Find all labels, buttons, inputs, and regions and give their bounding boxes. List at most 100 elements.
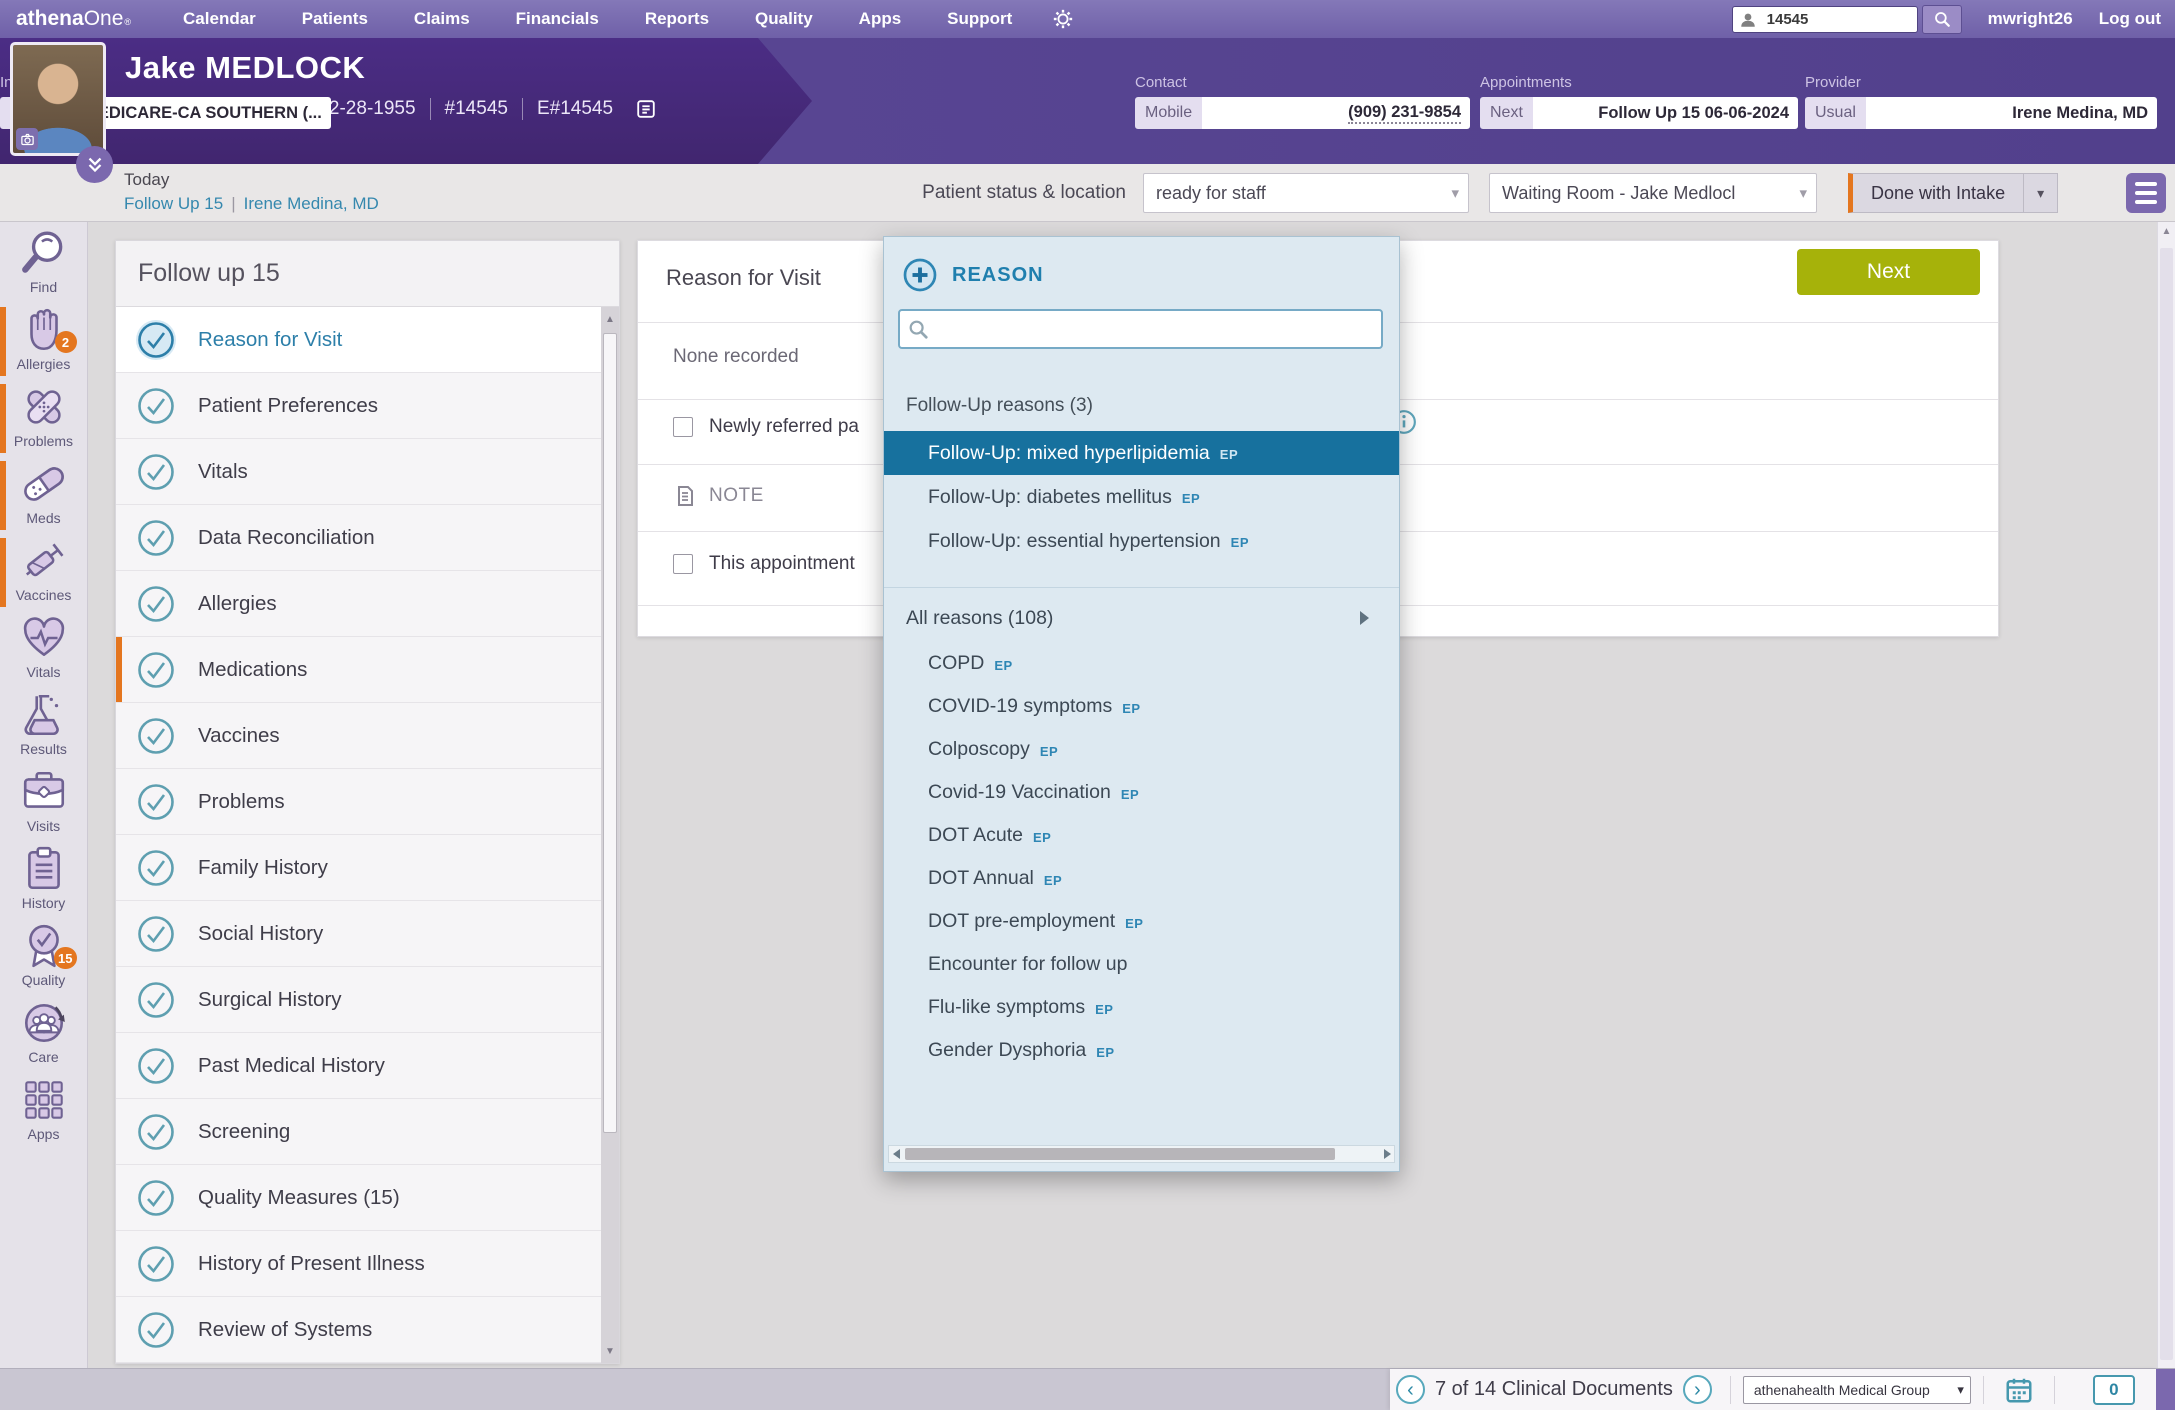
search-button[interactable] xyxy=(1922,5,1962,34)
scrollbar-thumb[interactable] xyxy=(905,1148,1335,1160)
menu-item[interactable]: Apps xyxy=(859,9,902,29)
checklist-item[interactable]: Review of Systems xyxy=(116,1297,619,1363)
check-circle-icon xyxy=(136,320,176,360)
logout-link[interactable]: Log out xyxy=(2099,9,2161,29)
sidebar-item-icon xyxy=(19,844,69,894)
notification-counter[interactable]: 0 xyxy=(2093,1375,2135,1405)
sidebar-item[interactable]: Apps xyxy=(0,1075,87,1152)
scroll-right-icon[interactable] xyxy=(1380,1146,1394,1162)
menu-item[interactable]: Reports xyxy=(645,9,709,29)
checklist-item[interactable]: Allergies xyxy=(116,571,619,637)
checklist-item[interactable]: Problems xyxy=(116,769,619,835)
page-scrollbar[interactable]: ▲ xyxy=(2157,222,2175,1368)
next-button[interactable]: Next xyxy=(1797,249,1980,295)
scroll-down-icon[interactable]: ▼ xyxy=(601,1341,619,1361)
reason-option[interactable]: COPD EP xyxy=(884,642,1399,685)
checklist-item[interactable]: Screening xyxy=(116,1099,619,1165)
reason-option[interactable]: Follow-Up: essential hypertension EP xyxy=(884,519,1399,563)
this-appointment-checkbox[interactable] xyxy=(673,554,693,574)
add-reason-header[interactable]: REASON xyxy=(884,237,1399,293)
reason-option[interactable]: Colposcopy EP xyxy=(884,728,1399,771)
field-row[interactable]: Next Follow Up 15 06-06-2024 xyxy=(1480,97,1798,129)
sidebar-item[interactable]: 15 Quality xyxy=(0,921,87,998)
sidebar-item[interactable]: Visits xyxy=(0,767,87,844)
checklist-item[interactable]: Data Reconciliation xyxy=(116,505,619,571)
scrollbar-thumb[interactable] xyxy=(2160,248,2173,1360)
sidebar-item[interactable]: Meds xyxy=(0,459,87,536)
checklist-item[interactable]: Family History xyxy=(116,835,619,901)
checklist-item[interactable]: Social History xyxy=(116,901,619,967)
done-with-intake-caret[interactable]: ▾ xyxy=(2024,173,2058,213)
reason-search xyxy=(898,309,1383,349)
sidebar-item[interactable]: Problems xyxy=(0,382,87,459)
collapse-banner-icon[interactable] xyxy=(76,146,113,183)
reason-option[interactable]: Gender Dysphoria EP xyxy=(884,1029,1399,1072)
checklist-item[interactable]: Quality Measures (15) xyxy=(116,1165,619,1231)
reason-option[interactable]: Covid-19 Vaccination EP xyxy=(884,771,1399,814)
checklist-item[interactable]: Surgical History xyxy=(116,967,619,1033)
sidebar-item[interactable]: Vaccines xyxy=(0,536,87,613)
sidebar-item[interactable]: Care xyxy=(0,998,87,1075)
reason-option[interactable]: DOT Acute EP xyxy=(884,814,1399,857)
scrollbar-thumb[interactable] xyxy=(603,333,617,1133)
field-row[interactable]: Usual Irene Medina, MD xyxy=(1805,97,2157,129)
dropdown-horizontal-scrollbar[interactable] xyxy=(888,1145,1395,1163)
sidebar-item[interactable]: History xyxy=(0,844,87,921)
reason-option-label: Encounter for follow up xyxy=(928,953,1127,976)
field-row[interactable]: Mobile (909) 231-9854 xyxy=(1135,97,1470,129)
reason-option[interactable]: DOT pre-employment EP xyxy=(884,900,1399,943)
scroll-up-icon[interactable]: ▲ xyxy=(601,309,619,329)
gear-icon[interactable] xyxy=(1052,8,1074,30)
menu-item[interactable]: Claims xyxy=(414,9,470,29)
menu-item[interactable]: Financials xyxy=(516,9,599,29)
sidebar-item[interactable]: Vitals xyxy=(0,613,87,690)
sidebar-item[interactable]: Results xyxy=(0,690,87,767)
previous-document-button[interactable]: ‹ xyxy=(1396,1375,1425,1404)
menu-item[interactable]: Calendar xyxy=(183,9,256,29)
sidebar-item[interactable]: 2 Allergies xyxy=(0,305,87,382)
reason-option[interactable]: Encounter for follow up EP xyxy=(884,943,1399,986)
check-circle-icon xyxy=(136,452,176,492)
menu-item[interactable]: Patients xyxy=(302,9,368,29)
newly-referred-checkbox[interactable] xyxy=(673,417,693,437)
next-document-button[interactable]: › xyxy=(1683,1375,1712,1404)
done-with-intake-button[interactable]: Done with Intake xyxy=(1848,173,2024,213)
reason-option[interactable]: Follow-Up: mixed hyperlipidemia EP xyxy=(884,431,1399,475)
sidebar-item-icon xyxy=(19,459,69,509)
scroll-left-icon[interactable] xyxy=(889,1146,903,1162)
checklist-item[interactable]: Patient Preferences xyxy=(116,373,619,439)
calendar-icon[interactable] xyxy=(2004,1375,2034,1405)
reason-search-input[interactable] xyxy=(898,309,1383,349)
username[interactable]: mwright26 xyxy=(1988,9,2073,29)
check-circle-icon xyxy=(136,980,176,1020)
note-label: NOTE xyxy=(709,485,764,507)
encounter-link[interactable]: Follow Up 15 xyxy=(124,194,223,213)
camera-icon[interactable] xyxy=(16,128,38,150)
reason-option[interactable]: Flu-like symptoms EP xyxy=(884,986,1399,1029)
checklist-item[interactable]: Vitals xyxy=(116,439,619,505)
all-reasons-group-label[interactable]: All reasons (108) xyxy=(884,594,1399,642)
reason-option[interactable]: Follow-Up: diabetes mellitus EP xyxy=(884,475,1399,519)
checklist-item[interactable]: History of Present Illness xyxy=(116,1231,619,1297)
organization-select[interactable]: athenahealth Medical Group ▾ xyxy=(1743,1376,1971,1404)
checklist-scrollbar[interactable]: ▲ ▼ xyxy=(601,307,619,1363)
patient-search-input[interactable] xyxy=(1732,6,1918,33)
athenaone-logo[interactable]: athenaOne® xyxy=(16,7,131,31)
sidebar-item[interactable]: Find xyxy=(0,228,87,305)
note-row[interactable]: NOTE xyxy=(673,484,764,508)
reason-option[interactable]: COVID-19 symptoms EP xyxy=(884,685,1399,728)
menu-item[interactable]: Support xyxy=(947,9,1012,29)
checklist-item[interactable]: Medications xyxy=(116,637,619,703)
menu-hamburger-icon[interactable] xyxy=(2126,173,2166,213)
patient-photo[interactable] xyxy=(10,42,106,156)
menu-item[interactable]: Quality xyxy=(755,9,813,29)
scroll-up-icon[interactable]: ▲ xyxy=(2158,226,2175,237)
checklist-item[interactable]: Reason for Visit xyxy=(116,307,619,373)
reason-option[interactable]: DOT Annual EP xyxy=(884,857,1399,900)
checklist-item[interactable]: Vaccines xyxy=(116,703,619,769)
checklist-item[interactable]: Past Medical History xyxy=(116,1033,619,1099)
divider xyxy=(1730,1376,1731,1404)
location-select[interactable]: Waiting Room - Jake Medlocl▾ xyxy=(1489,173,1817,213)
provider-link[interactable]: Irene Medina, MD xyxy=(244,194,379,213)
status-select[interactable]: ready for staff▾ xyxy=(1143,173,1469,213)
